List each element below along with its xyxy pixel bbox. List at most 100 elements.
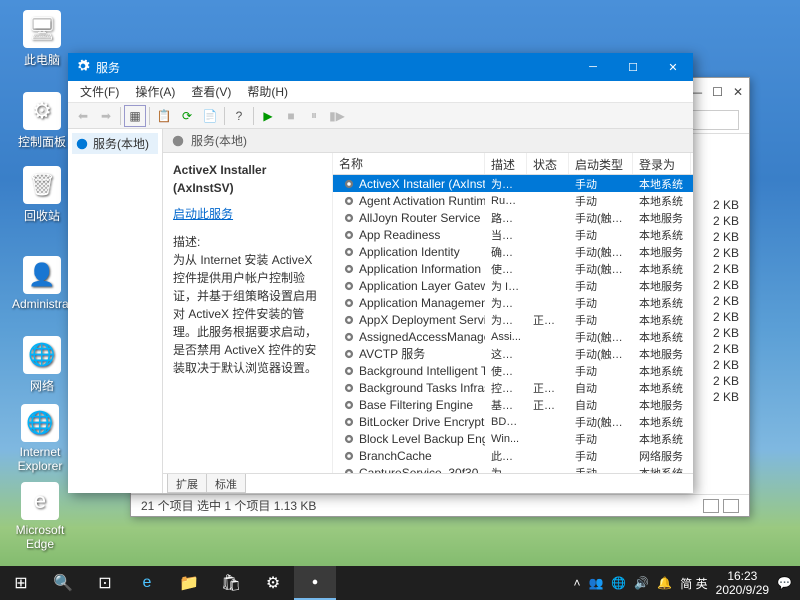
service-row[interactable]: AllJoyn Router Service路由...手动(触发...本地服务 bbox=[333, 209, 693, 226]
description-pane: ActiveX Installer (AxInstSV) 启动此服务 描述: 为… bbox=[163, 153, 333, 473]
clock[interactable]: 16:23 2020/9/29 bbox=[716, 569, 769, 598]
help-button[interactable]: ? bbox=[228, 105, 250, 127]
start-button[interactable]: ⊞ bbox=[0, 566, 42, 600]
properties-button[interactable]: 📋 bbox=[153, 105, 175, 127]
desktop-icon[interactable]: 🖥此电脑 bbox=[12, 10, 72, 68]
system-tray[interactable]: ˄ 👥 🌐 🔊 🔔 简 英 16:23 2020/9/29 💬 bbox=[573, 569, 800, 598]
menu-action[interactable]: 操作(A) bbox=[129, 81, 181, 102]
settings-button[interactable]: ⚙ bbox=[252, 566, 294, 600]
close-button[interactable]: ✕ bbox=[653, 53, 693, 81]
selected-service-name: ActiveX Installer (AxInstSV) bbox=[173, 161, 322, 197]
notifications-icon[interactable]: 💬 bbox=[777, 576, 792, 590]
desktop: 🖥此电脑 ⚙控制面板 🗑回收站 👤Administrat... 🌐网络 🌐Internet… bbox=[0, 0, 800, 600]
service-row[interactable]: App Readiness当用...手动本地系统 bbox=[333, 226, 693, 243]
tree-pane: 服务(本地) bbox=[68, 129, 163, 493]
refresh-button[interactable]: ⟳ bbox=[176, 105, 198, 127]
show-hide-button[interactable]: ▦ bbox=[124, 105, 146, 127]
services-list: 名称 描述 状态 启动类型 登录为 ActiveX Installer (AxI… bbox=[333, 153, 693, 473]
taskbar: ⊞ 🔍 ⊡ e 📁 🛍 ⚙ ˄ 👥 🌐 🔊 🔔 简 英 16:23 2020/9… bbox=[0, 566, 800, 600]
edge-button[interactable]: e bbox=[126, 566, 168, 600]
start-button[interactable]: ▶ bbox=[257, 105, 279, 127]
service-row[interactable]: AssignedAccessManager...Assi...手动(触发...本… bbox=[333, 328, 693, 345]
service-row[interactable]: AppX Deployment Servic...为部...正在...手动本地系… bbox=[333, 311, 693, 328]
start-service-link[interactable]: 启动此服务 bbox=[173, 205, 322, 223]
service-row[interactable]: Background Tasks Infras...控制...正在...自动本地… bbox=[333, 379, 693, 396]
desktop-icon[interactable]: 🌐网络 bbox=[12, 336, 72, 394]
tab-extended[interactable]: 扩展 bbox=[167, 474, 207, 493]
list-rows[interactable]: ActiveX Installer (AxInstSV)为从...手动本地系统A… bbox=[333, 175, 693, 473]
max-button[interactable]: ☐ bbox=[613, 53, 653, 81]
service-row[interactable]: Base Filtering Engine基本...正在...自动本地服务 bbox=[333, 396, 693, 413]
file-size: 2 KB bbox=[695, 262, 745, 278]
view-details-icon[interactable] bbox=[703, 499, 719, 513]
explorer-button[interactable]: 📁 bbox=[168, 566, 210, 600]
file-size: 2 KB bbox=[695, 358, 745, 374]
network-icon[interactable]: 🌐 bbox=[611, 576, 626, 590]
task-view-button[interactable]: ⊡ bbox=[84, 566, 126, 600]
desc-text: 为从 Internet 安装 ActiveX 控件提供用户帐户控制验证，并基于组… bbox=[173, 251, 322, 377]
service-row[interactable]: Background Intelligent T...使用...手动本地系统 bbox=[333, 362, 693, 379]
tab-standard[interactable]: 标准 bbox=[206, 474, 246, 493]
max-button[interactable]: ☐ bbox=[712, 85, 723, 99]
file-size: 2 KB bbox=[695, 214, 745, 230]
file-size: 2 KB bbox=[695, 310, 745, 326]
file-size: 2 KB bbox=[695, 390, 745, 406]
desktop-icon[interactable]: 🗑回收站 bbox=[12, 166, 72, 224]
window-title: 服务 bbox=[96, 59, 120, 76]
titlebar[interactable]: 服务 ─ ☐ ✕ bbox=[68, 53, 693, 81]
file-size: 2 KB bbox=[695, 278, 745, 294]
list-header[interactable]: 名称 描述 状态 启动类型 登录为 bbox=[333, 153, 693, 175]
export-button[interactable]: 📄 bbox=[199, 105, 221, 127]
service-row[interactable]: BitLocker Drive Encryptio...BDE...手动(触发.… bbox=[333, 413, 693, 430]
menu-view[interactable]: 查看(V) bbox=[185, 81, 237, 102]
status-text: 21 个项目 选中 1 个项目 1.13 KB bbox=[141, 497, 316, 514]
service-row[interactable]: Block Level Backup Engi...Win...手动本地系统 bbox=[333, 430, 693, 447]
menu-file[interactable]: 文件(F) bbox=[74, 81, 125, 102]
toolbar: ⬅ ➡ ▦ 📋 ⟳ 📄 ? ▶ ■ ⏸ ▮▶ bbox=[68, 103, 693, 129]
file-size: 2 KB bbox=[695, 198, 745, 214]
file-size: 2 KB bbox=[695, 342, 745, 358]
menubar: 文件(F) 操作(A) 查看(V) 帮助(H) bbox=[68, 81, 693, 103]
stop-button[interactable]: ■ bbox=[280, 105, 302, 127]
desktop-icon[interactable]: 👤Administrat... bbox=[12, 256, 72, 311]
desktop-icon[interactable]: ⚙控制面板 bbox=[12, 92, 72, 150]
view-tabs: 扩展 标准 bbox=[163, 473, 693, 493]
file-size: 2 KB bbox=[695, 246, 745, 262]
service-row[interactable]: CaptureService_30f30为调...手动本地系统 bbox=[333, 464, 693, 473]
service-row[interactable]: Application Information使用...手动(触发...本地系统 bbox=[333, 260, 693, 277]
desktop-icon[interactable]: 🌐Internet Explorer bbox=[10, 404, 70, 473]
services-taskbar-button[interactable] bbox=[294, 566, 336, 600]
store-button[interactable]: 🛍 bbox=[210, 566, 252, 600]
search-button[interactable]: 🔍 bbox=[42, 566, 84, 600]
volume-icon[interactable]: 🔊 bbox=[634, 576, 649, 590]
back-button[interactable]: ⬅ bbox=[72, 105, 94, 127]
restart-button[interactable]: ▮▶ bbox=[326, 105, 348, 127]
forward-button[interactable]: ➡ bbox=[95, 105, 117, 127]
min-button[interactable]: ─ bbox=[573, 53, 613, 81]
pause-button[interactable]: ⏸ bbox=[303, 105, 325, 127]
view-icons-icon[interactable] bbox=[723, 499, 739, 513]
services-window: 服务 ─ ☐ ✕ 文件(F) 操作(A) 查看(V) 帮助(H) ⬅ ➡ ▦ 📋… bbox=[68, 53, 693, 493]
service-row[interactable]: Agent Activation Runtime...Runt...手动本地系统 bbox=[333, 192, 693, 209]
main-header: 服务(本地) bbox=[163, 129, 693, 153]
service-row[interactable]: Application Identity确定...手动(触发...本地服务 bbox=[333, 243, 693, 260]
desc-label: 描述: bbox=[173, 233, 322, 251]
file-size: 2 KB bbox=[695, 294, 745, 310]
service-row[interactable]: ActiveX Installer (AxInstSV)为从...手动本地系统 bbox=[333, 175, 693, 192]
people-icon[interactable]: 👥 bbox=[588, 576, 603, 590]
menu-help[interactable]: 帮助(H) bbox=[241, 81, 294, 102]
desktop-icon[interactable]: eMicrosoft Edge bbox=[10, 482, 70, 551]
service-row[interactable]: AVCTP 服务这是...手动(触发...本地服务 bbox=[333, 345, 693, 362]
close-button[interactable]: ✕ bbox=[733, 85, 743, 99]
service-row[interactable]: Application Management为通...手动本地系统 bbox=[333, 294, 693, 311]
ime-indicator[interactable]: 简 英 bbox=[680, 575, 707, 592]
tree-services-local[interactable]: 服务(本地) bbox=[72, 133, 158, 154]
service-row[interactable]: BranchCache此服...手动网络服务 bbox=[333, 447, 693, 464]
file-size: 2 KB bbox=[695, 326, 745, 342]
service-row[interactable]: Application Layer Gatewa...为 In...手动本地服务 bbox=[333, 277, 693, 294]
tray-chevron-icon[interactable]: ˄ bbox=[573, 576, 580, 590]
file-size: 2 KB bbox=[695, 230, 745, 246]
security-icon[interactable]: 🔔 bbox=[657, 576, 672, 590]
file-size: 2 KB bbox=[695, 374, 745, 390]
gear-icon bbox=[76, 59, 90, 76]
